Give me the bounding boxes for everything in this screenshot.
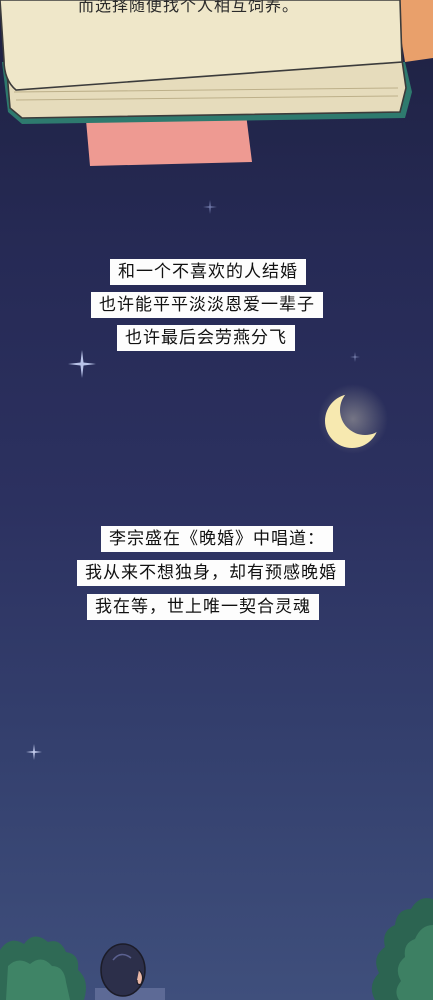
sparkle-star-icon [203, 200, 217, 214]
caption-line-2: 也许能平平淡淡恩爱一辈子 [91, 292, 323, 318]
caption-line-1: 和一个不喜欢的人结婚 [110, 259, 306, 285]
tree-illustration [371, 898, 433, 1000]
caption-line-6: 我在等，世上唯一契合灵魂 [87, 594, 319, 620]
tree-illustration [0, 936, 86, 1000]
moon-icon [318, 384, 388, 454]
sparkle-star-icon [26, 744, 42, 760]
open-book-illustration: 而选择随便找个人相互饲养。 [0, 0, 433, 170]
sparkle-star-icon [350, 352, 360, 362]
illustration-scene: 而选择随便找个人相互饲养。 和一个不喜欢的人结婚 也许能平平淡淡恩爱一辈子 也许… [0, 0, 433, 1000]
caption-line-3: 也许最后会劳燕分飞 [117, 325, 295, 351]
book-text: 而选择随便找个人相互饲养。 [78, 0, 300, 15]
person-illustration [95, 943, 165, 1000]
book-svg [0, 0, 433, 166]
caption-line-4: 李宗盛在《晚婚》中唱道： [101, 526, 333, 552]
sparkle-star-icon [68, 350, 96, 378]
caption-line-5: 我从来不想独身，却有预感晚婚 [77, 560, 345, 586]
